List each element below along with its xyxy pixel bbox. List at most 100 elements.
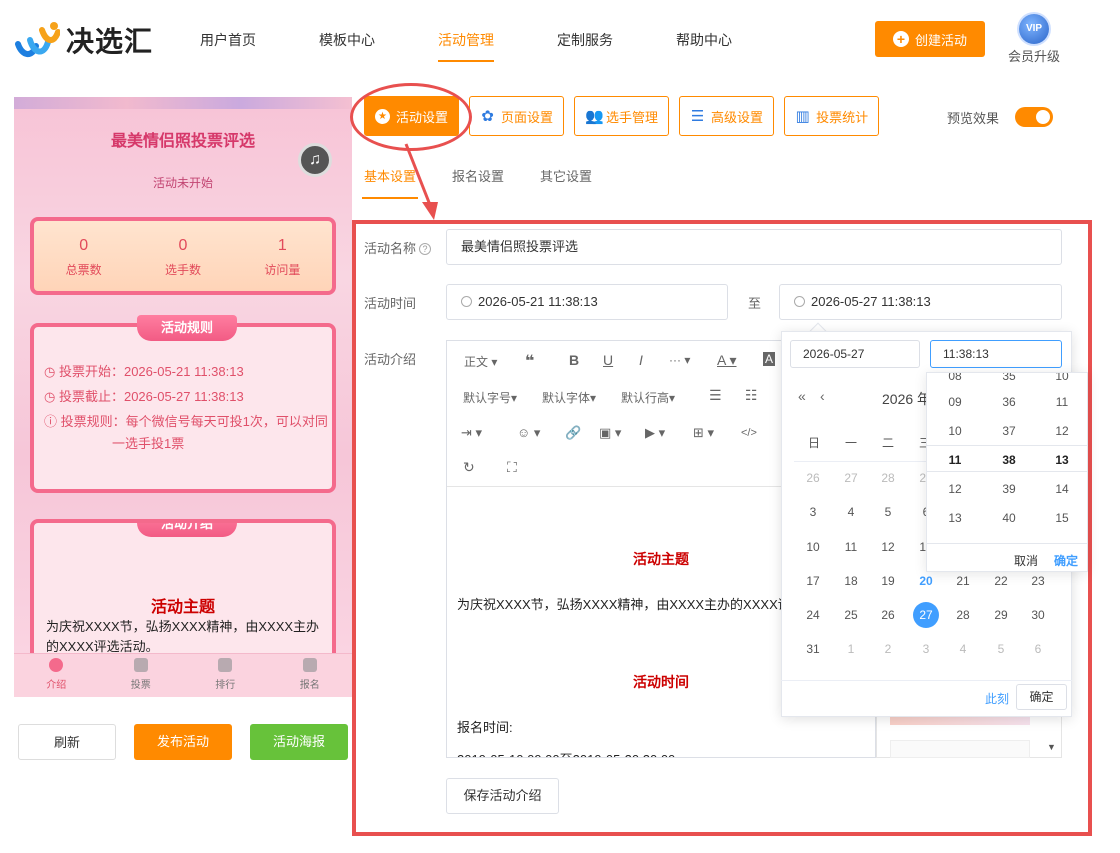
indent-icon[interactable]: ⇥ ▾ [461, 425, 482, 441]
calendar-day[interactable]: 25 [838, 602, 864, 628]
music-icon[interactable]: ♫ [298, 143, 332, 177]
preview-tab-intro[interactable]: 介绍 [14, 654, 99, 697]
calendar-day[interactable]: 24 [800, 602, 826, 628]
time-option[interactable]: 13 [1042, 453, 1082, 467]
time-option[interactable]: 11 [935, 453, 975, 467]
time-option[interactable]: 40 [989, 511, 1029, 525]
bold-icon[interactable]: B [569, 352, 579, 368]
calendar-day[interactable]: 17 [800, 568, 826, 594]
nav-item-custom-service[interactable]: 定制服务 [557, 30, 613, 58]
image-icon[interactable]: ▣ ▾ [599, 425, 621, 441]
video-icon[interactable]: ▶ ▾ [645, 425, 665, 441]
prev-month-icon[interactable]: ‹ [820, 388, 825, 404]
time-option[interactable]: 09 [935, 395, 975, 409]
calendar-day[interactable]: 28 [875, 465, 901, 491]
tab-basic-settings[interactable]: 基本设置 [361, 166, 419, 199]
code-icon[interactable]: </> [741, 427, 757, 439]
calendar-day[interactable]: 19 [875, 568, 901, 594]
font-color-icon[interactable]: A ▾ [717, 352, 737, 369]
emoji-icon[interactable]: ☺ ▾ [517, 425, 540, 441]
time-option[interactable]: 10 [1042, 373, 1082, 383]
now-link[interactable]: 此刻 [985, 690, 1009, 707]
calendar-day[interactable]: 10 [800, 534, 826, 560]
background-color-icon[interactable]: A [763, 352, 776, 366]
brand-logo[interactable]: 决选汇 [14, 20, 153, 60]
create-activity-button[interactable]: + 创建活动 [875, 21, 985, 57]
time-option[interactable]: 12 [935, 482, 975, 496]
tab-signup-settings[interactable]: 报名设置 [452, 166, 504, 199]
line-height-select[interactable]: 默认行高▾ [621, 389, 675, 406]
vote-statistics-button[interactable]: ▥ 投票统计 [784, 96, 880, 136]
calendar-day[interactable]: 12 [875, 534, 901, 560]
nav-item-home[interactable]: 用户首页 [200, 30, 256, 58]
refresh-button[interactable]: 刷新 [18, 724, 116, 760]
calendar-day[interactable]: 6 [1025, 636, 1051, 662]
calendar-day[interactable]: 2 [875, 636, 901, 662]
calendar-day[interactable]: 27 [913, 602, 939, 628]
picker-date-input[interactable]: 2026-05-27 [790, 340, 920, 368]
advanced-settings-button[interactable]: ☰ 高级设置 [679, 96, 775, 136]
calendar-day[interactable]: 4 [838, 499, 864, 525]
time-ok-button[interactable]: 确定 [1054, 552, 1078, 569]
calendar-day[interactable]: 4 [950, 636, 976, 662]
time-option[interactable]: 14 [1042, 482, 1082, 496]
time-option[interactable]: 35 [989, 373, 1029, 383]
vip-upgrade[interactable]: VIP 会员升级 [1004, 14, 1064, 65]
quote-icon[interactable]: ❝ [525, 351, 534, 371]
table-icon[interactable]: ⊞ ▾ [693, 425, 714, 441]
time-option[interactable]: 11 [1042, 395, 1082, 409]
calendar-day[interactable]: 3 [800, 499, 826, 525]
time-option[interactable]: 39 [989, 482, 1029, 496]
time-option[interactable]: 15 [1042, 511, 1082, 525]
time-option[interactable]: 12 [1042, 424, 1082, 438]
calendar-day[interactable]: 29 [988, 602, 1014, 628]
calendar-day[interactable]: 1 [838, 636, 864, 662]
preview-effect-toggle[interactable] [1015, 107, 1053, 127]
calendar-day[interactable]: 28 [950, 602, 976, 628]
preview-tab-ranking[interactable]: 排行 [183, 654, 268, 697]
redo-icon[interactable]: ↻ [463, 459, 475, 476]
activity-name-input[interactable]: 最美情侣照投票评选 [446, 229, 1062, 265]
publish-activity-button[interactable]: 发布活动 [134, 724, 232, 760]
time-cancel-button[interactable]: 取消 [1014, 552, 1038, 569]
italic-icon[interactable]: I [639, 352, 643, 368]
nav-item-help[interactable]: 帮助中心 [676, 30, 732, 58]
link-icon[interactable]: 🔗 [565, 425, 581, 441]
calendar-day[interactable]: 18 [838, 568, 864, 594]
calendar-day[interactable]: 30 [1025, 602, 1051, 628]
font-size-select[interactable]: 默认字号▾ [463, 389, 517, 406]
nav-item-activity-management[interactable]: 活动管理 [438, 30, 494, 62]
time-option[interactable]: 10 [935, 424, 975, 438]
calendar-day[interactable]: 11 [838, 534, 864, 560]
calendar-day[interactable]: 31 [800, 636, 826, 662]
picker-confirm-button[interactable]: 确定 [1016, 684, 1067, 710]
nav-item-templates[interactable]: 模板中心 [319, 30, 375, 58]
end-time-input[interactable]: 2026-05-27 11:38:13 [779, 284, 1062, 320]
page-settings-button[interactable]: ✿ 页面设置 [469, 96, 565, 136]
time-option[interactable]: 38 [989, 453, 1029, 467]
preview-tab-signup[interactable]: 报名 [268, 654, 353, 697]
more-icon[interactable]: ··· ▾ [669, 353, 690, 367]
underline-icon[interactable]: U [603, 352, 613, 368]
font-family-select[interactable]: 默认字体▾ [542, 389, 596, 406]
editor-paragraph-select[interactable]: 正文 ▾ [464, 353, 497, 370]
calendar-day[interactable]: 3 [913, 636, 939, 662]
scroll-down-arrow-icon[interactable]: ▼ [1047, 742, 1056, 752]
contestant-management-button[interactable]: 👥 选手管理 [574, 96, 670, 136]
question-icon[interactable]: ? [419, 243, 432, 255]
calendar-day[interactable]: 5 [875, 499, 901, 525]
calendar-day[interactable]: 26 [800, 465, 826, 491]
time-option[interactable]: 36 [989, 395, 1029, 409]
time-option[interactable]: 13 [935, 511, 975, 525]
activity-poster-button[interactable]: 活动海报 [250, 724, 348, 760]
time-option[interactable]: 08 [935, 373, 975, 383]
calendar-day[interactable]: 26 [875, 602, 901, 628]
preview-tab-vote[interactable]: 投票 [99, 654, 184, 697]
picker-time-input[interactable]: 11:38:13 [930, 340, 1062, 368]
fullscreen-icon[interactable]: ⛶ [507, 459, 517, 476]
calendar-day[interactable]: 5 [988, 636, 1014, 662]
prev-year-icon[interactable]: « [798, 388, 806, 404]
tab-other-settings[interactable]: 其它设置 [540, 166, 592, 199]
save-intro-button[interactable]: 保存活动介绍 [446, 778, 559, 814]
start-time-input[interactable]: 2026-05-21 11:38:13 [446, 284, 728, 320]
